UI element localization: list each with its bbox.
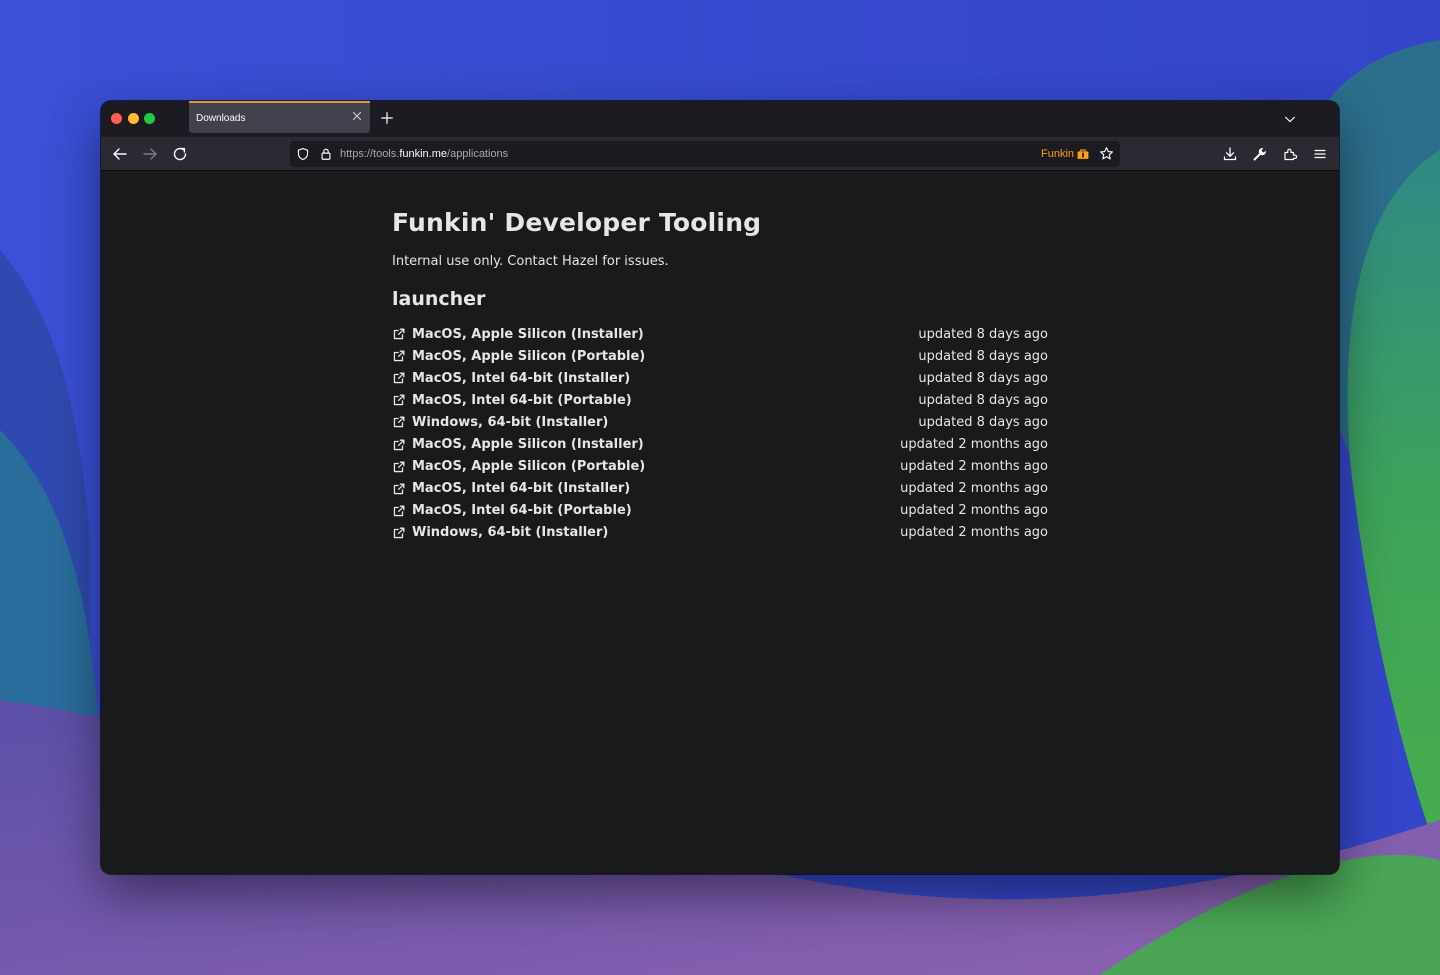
download-label: Windows, 64-bit (Installer) — [412, 414, 609, 430]
url-scheme: https://tools. — [340, 148, 400, 160]
download-link[interactable]: MacOS, Intel 64-bit (Portable) — [392, 393, 632, 408]
download-list: MacOS, Apple Silicon (Installer) updated… — [392, 323, 1048, 544]
download-link[interactable]: Windows, 64-bit (Installer) — [392, 525, 608, 540]
briefcase-icon[interactable] — [1076, 147, 1090, 161]
navigation-toolbar: https://tools.funkin.me/applications Fun… — [101, 137, 1339, 171]
updated-time: updated 2 months ago — [900, 525, 1048, 541]
updated-time: updated 8 days ago — [918, 392, 1048, 408]
list-item: Windows, 64-bit (Installer) updated 8 da… — [392, 411, 1048, 433]
external-link-icon — [393, 416, 405, 428]
list-item: MacOS, Apple Silicon (Installer) updated… — [392, 323, 1048, 345]
wrench-icon[interactable] — [1252, 146, 1268, 162]
tab-downloads[interactable]: Downloads — [189, 101, 370, 133]
external-link-icon — [393, 372, 405, 384]
url-host: funkin.me — [399, 148, 448, 160]
download-link[interactable]: MacOS, Intel 64-bit (Installer) — [392, 481, 630, 496]
tab-bar: Downloads — [101, 101, 1339, 137]
download-link[interactable]: MacOS, Apple Silicon (Portable) — [392, 459, 645, 474]
updated-time: updated 2 months ago — [900, 481, 1048, 497]
plus-icon[interactable] — [380, 111, 394, 125]
download-label: MacOS, Apple Silicon (Installer) — [412, 437, 644, 453]
external-link-icon — [393, 483, 405, 494]
download-link[interactable]: MacOS, Apple Silicon (Installer) — [392, 327, 644, 342]
forward-arrow-icon[interactable] — [141, 145, 159, 163]
url-text[interactable]: https://tools.funkin.me/applications — [340, 148, 508, 160]
list-item: MacOS, Intel 64-bit (Installer) updated … — [392, 367, 1048, 389]
list-item: Windows, 64-bit (Installer) updated 2 mo… — [392, 522, 1048, 544]
menu-icon[interactable] — [1312, 146, 1328, 162]
download-icon[interactable] — [1222, 146, 1238, 162]
updated-time: updated 2 months ago — [900, 459, 1048, 475]
lock-icon[interactable] — [319, 147, 333, 161]
extension-label[interactable]: Funkin — [1041, 148, 1074, 160]
url-path: /applications — [447, 148, 509, 160]
list-item: MacOS, Intel 64-bit (Installer) updated … — [392, 478, 1048, 500]
list-item: MacOS, Intel 64-bit (Portable) updated 8… — [392, 389, 1048, 411]
updated-time: updated 8 days ago — [918, 370, 1048, 386]
close-icon[interactable] — [350, 109, 364, 123]
chevron-down-icon[interactable] — [1283, 112, 1297, 126]
page-content: Funkin' Developer Tooling Internal use o… — [101, 171, 1339, 874]
close-window-button[interactable] — [111, 113, 122, 124]
updated-time: updated 8 days ago — [918, 348, 1048, 364]
page-subtitle: Internal use only. Contact Hazel for iss… — [392, 254, 669, 269]
download-link[interactable]: MacOS, Intel 64-bit (Portable) — [392, 503, 632, 518]
updated-time: updated 8 days ago — [918, 326, 1048, 342]
list-item: MacOS, Apple Silicon (Portable) updated … — [392, 456, 1048, 478]
download-label: MacOS, Intel 64-bit (Installer) — [412, 370, 631, 386]
extensions-icon[interactable] — [1282, 146, 1298, 162]
updated-time: updated 8 days ago — [918, 414, 1048, 430]
download-label: MacOS, Intel 64-bit (Installer) — [412, 481, 631, 497]
external-link-icon — [393, 328, 405, 340]
shield-icon[interactable] — [296, 147, 310, 161]
external-link-icon — [393, 505, 405, 517]
back-arrow-icon[interactable] — [111, 145, 129, 163]
minimize-window-button[interactable] — [128, 113, 139, 124]
download-label: MacOS, Apple Silicon (Installer) — [412, 326, 644, 342]
download-link[interactable]: Windows, 64-bit (Installer) — [392, 415, 608, 430]
reload-icon[interactable] — [171, 145, 189, 163]
list-item: MacOS, Apple Silicon (Portable) updated … — [392, 345, 1048, 367]
tab-title: Downloads — [196, 113, 246, 124]
updated-time: updated 2 months ago — [900, 503, 1048, 519]
download-link[interactable]: MacOS, Intel 64-bit (Installer) — [392, 371, 630, 386]
external-link-icon — [393, 394, 405, 406]
download-label: MacOS, Intel 64-bit (Portable) — [412, 392, 632, 408]
download-link[interactable]: MacOS, Apple Silicon (Portable) — [392, 349, 645, 364]
download-label: MacOS, Apple Silicon (Portable) — [412, 348, 646, 364]
download-label: MacOS, Intel 64-bit (Portable) — [412, 503, 632, 519]
browser-window: Downloads https://tools.funkin.me/applic… — [101, 101, 1339, 874]
page-title: Funkin' Developer Tooling — [392, 208, 762, 237]
list-item: MacOS, Apple Silicon (Installer) updated… — [392, 433, 1048, 455]
external-link-icon — [393, 350, 405, 362]
external-link-icon — [393, 527, 405, 539]
download-label: Windows, 64-bit (Installer) — [412, 525, 609, 541]
zoom-window-button[interactable] — [144, 113, 155, 124]
updated-time: updated 2 months ago — [900, 437, 1048, 453]
page-body: Funkin' Developer Tooling Internal use o… — [392, 206, 1048, 544]
star-icon[interactable] — [1099, 146, 1114, 161]
external-link-icon — [393, 461, 405, 472]
external-link-icon — [393, 439, 405, 450]
list-item: MacOS, Intel 64-bit (Portable) updated 2… — [392, 500, 1048, 522]
section-title: launcher — [392, 288, 486, 310]
address-bar[interactable]: https://tools.funkin.me/applications Fun… — [290, 141, 1120, 167]
download-link[interactable]: MacOS, Apple Silicon (Installer) — [392, 437, 644, 452]
download-label: MacOS, Apple Silicon (Portable) — [412, 459, 646, 475]
